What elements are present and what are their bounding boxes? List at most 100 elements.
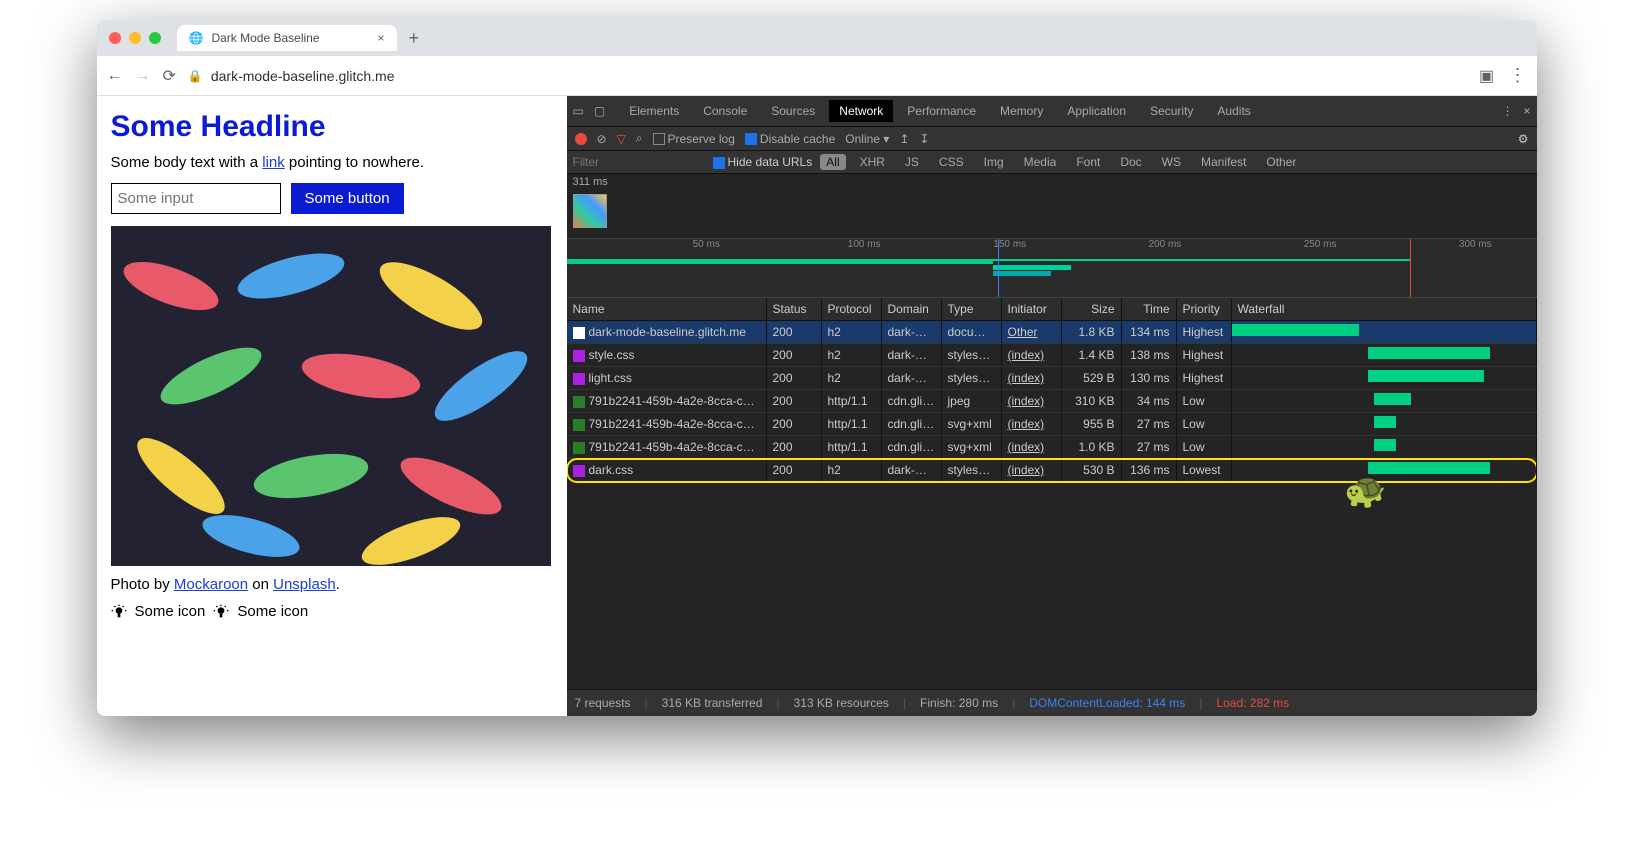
network-row[interactable]: 791b2241-459b-4a2e-8cca-c0fdc2…200http/1… bbox=[567, 413, 1537, 436]
tab-memory[interactable]: Memory bbox=[990, 100, 1053, 122]
new-tab-button[interactable]: + bbox=[397, 28, 432, 49]
reload-button[interactable]: ⟳ bbox=[163, 66, 176, 86]
col-waterfall[interactable]: Waterfall bbox=[1232, 298, 1537, 320]
caption-pre: Photo by bbox=[111, 576, 174, 593]
menu-icon[interactable]: ⋮ bbox=[1509, 65, 1527, 86]
more-icon[interactable]: ⋮ bbox=[1501, 104, 1513, 118]
filter-row: Filter Hide data URLs All XHR JS CSS Img… bbox=[567, 151, 1537, 174]
bulb-icon bbox=[111, 604, 127, 620]
back-button[interactable]: ← bbox=[107, 67, 123, 85]
filter-icon[interactable]: ▽ bbox=[617, 132, 626, 146]
col-domain[interactable]: Domain bbox=[882, 298, 942, 320]
body-post: pointing to nowhere. bbox=[285, 154, 424, 171]
chip-img[interactable]: Img bbox=[978, 154, 1010, 170]
maximize-window-icon[interactable] bbox=[149, 32, 161, 44]
tab-console[interactable]: Console bbox=[693, 100, 757, 122]
inspect-icon[interactable]: ▭ bbox=[573, 104, 584, 118]
tab-security[interactable]: Security bbox=[1140, 100, 1203, 122]
overview-pane: 311 ms 50 ms 100 ms 150 ms 200 ms 250 ms… bbox=[567, 174, 1537, 298]
search-icon[interactable]: ⌕ bbox=[636, 131, 643, 146]
url-text: dark-mode-baseline.glitch.me bbox=[211, 68, 395, 84]
content-image bbox=[111, 226, 551, 566]
chip-css[interactable]: CSS bbox=[933, 154, 970, 170]
page-body: Some body text with a link pointing to n… bbox=[111, 154, 553, 171]
network-row[interactable]: dark-mode-baseline.glitch.me200h2dark-mo… bbox=[567, 321, 1537, 344]
chip-font[interactable]: Font bbox=[1070, 154, 1106, 170]
device-icon[interactable]: ▢ bbox=[594, 104, 605, 118]
lock-icon: 🔒 bbox=[188, 69, 203, 83]
devtools-panel: ▭ ▢ Elements Console Sources Network Per… bbox=[567, 96, 1537, 716]
record-icon[interactable] bbox=[575, 133, 587, 145]
hide-urls-checkbox[interactable]: Hide data URLs bbox=[713, 155, 813, 169]
filter-input[interactable]: Filter bbox=[567, 151, 707, 173]
tab-network[interactable]: Network bbox=[829, 100, 893, 122]
page-headline: Some Headline bbox=[111, 110, 553, 144]
network-table-body: 🐢 dark-mode-baseline.glitch.me200h2dark-… bbox=[567, 321, 1537, 689]
col-type[interactable]: Type bbox=[942, 298, 1002, 320]
tab-title: Dark Mode Baseline bbox=[211, 31, 319, 45]
status-dcl: DOMContentLoaded: 144 ms bbox=[1029, 696, 1185, 710]
chip-doc[interactable]: Doc bbox=[1114, 154, 1147, 170]
chip-manifest[interactable]: Manifest bbox=[1195, 154, 1252, 170]
upload-icon[interactable]: ↥ bbox=[899, 132, 909, 146]
screenshot-thumb[interactable] bbox=[573, 194, 607, 228]
throttle-select[interactable]: Online ▾ bbox=[845, 132, 889, 146]
clear-icon[interactable]: ⊘ bbox=[597, 132, 607, 146]
caption-author-link[interactable]: Mockaroon bbox=[174, 576, 248, 593]
tick: 50 ms bbox=[693, 239, 720, 250]
settings-icon[interactable]: ⚙ bbox=[1518, 132, 1529, 146]
close-devtools-icon[interactable]: × bbox=[1523, 104, 1530, 118]
tab-performance[interactable]: Performance bbox=[897, 100, 986, 122]
tab-sources[interactable]: Sources bbox=[761, 100, 825, 122]
chip-media[interactable]: Media bbox=[1018, 154, 1063, 170]
network-row[interactable]: style.css200h2dark-mo…stylesheet(index)1… bbox=[567, 344, 1537, 367]
overview-total: 311 ms bbox=[567, 174, 1537, 190]
tab-application[interactable]: Application bbox=[1057, 100, 1136, 122]
network-row[interactable]: 791b2241-459b-4a2e-8cca-c0fdc2…200http/1… bbox=[567, 390, 1537, 413]
extension-icon[interactable]: ▣ bbox=[1477, 66, 1497, 86]
body-link[interactable]: link bbox=[262, 154, 285, 171]
col-status[interactable]: Status bbox=[767, 298, 822, 320]
col-name[interactable]: Name bbox=[567, 298, 767, 320]
col-protocol[interactable]: Protocol bbox=[822, 298, 882, 320]
tick: 100 ms bbox=[848, 239, 881, 250]
tab-strip: 🌐 Dark Mode Baseline × + bbox=[97, 20, 1537, 56]
network-row[interactable]: 791b2241-459b-4a2e-8cca-c0fdc2…200http/1… bbox=[567, 436, 1537, 459]
status-load: Load: 282 ms bbox=[1216, 696, 1289, 710]
chip-js[interactable]: JS bbox=[899, 154, 925, 170]
download-icon[interactable]: ↧ bbox=[919, 132, 929, 146]
chip-xhr[interactable]: XHR bbox=[854, 154, 891, 170]
col-size[interactable]: Size bbox=[1062, 298, 1122, 320]
bulb-icon bbox=[213, 604, 229, 620]
body-pre: Some body text with a bbox=[111, 154, 263, 171]
caption-end: . bbox=[336, 576, 340, 593]
address-bar[interactable]: 🔒 dark-mode-baseline.glitch.me bbox=[188, 68, 1465, 84]
tick: 300 ms bbox=[1459, 239, 1492, 250]
text-input[interactable] bbox=[111, 183, 281, 214]
chip-all[interactable]: All bbox=[820, 154, 845, 170]
tab-elements[interactable]: Elements bbox=[619, 100, 689, 122]
network-row[interactable]: dark.css200h2dark-mo…stylesheet(index)53… bbox=[567, 459, 1537, 482]
overview-timeline[interactable]: 50 ms 100 ms 150 ms 200 ms 250 ms 300 ms bbox=[567, 238, 1537, 298]
submit-button[interactable]: Some button bbox=[291, 183, 404, 214]
col-initiator[interactable]: Initiator bbox=[1002, 298, 1062, 320]
input-row: Some button bbox=[111, 183, 553, 214]
col-priority[interactable]: Priority bbox=[1177, 298, 1232, 320]
col-time[interactable]: Time bbox=[1122, 298, 1177, 320]
chip-ws[interactable]: WS bbox=[1156, 154, 1187, 170]
browser-tab[interactable]: 🌐 Dark Mode Baseline × bbox=[177, 25, 397, 51]
close-window-icon[interactable] bbox=[109, 32, 121, 44]
chip-other[interactable]: Other bbox=[1260, 154, 1302, 170]
forward-button[interactable]: → bbox=[135, 67, 151, 85]
close-tab-icon[interactable]: × bbox=[377, 31, 384, 45]
status-finish: Finish: 280 ms bbox=[920, 696, 998, 710]
disable-cache-checkbox[interactable]: Disable cache bbox=[745, 132, 835, 146]
tab-audits[interactable]: Audits bbox=[1207, 100, 1260, 122]
image-caption: Photo by Mockaroon on Unsplash. bbox=[111, 576, 553, 593]
caption-site-link[interactable]: Unsplash bbox=[273, 576, 336, 593]
icon-row: Some icon Some icon bbox=[111, 603, 553, 620]
preserve-log-checkbox[interactable]: Preserve log bbox=[653, 132, 735, 146]
network-row[interactable]: light.css200h2dark-mo…stylesheet(index)5… bbox=[567, 367, 1537, 390]
caption-mid: on bbox=[248, 576, 273, 593]
minimize-window-icon[interactable] bbox=[129, 32, 141, 44]
